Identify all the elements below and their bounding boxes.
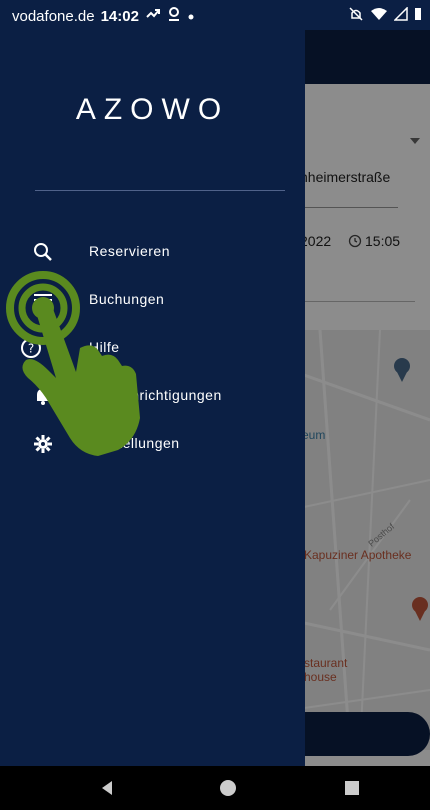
missed-call-icon xyxy=(145,7,161,25)
location-icon xyxy=(167,6,181,26)
menu-item-buchungen[interactable]: Buchungen xyxy=(0,278,305,322)
menu-item-reservieren[interactable]: Reservieren xyxy=(0,230,305,274)
menu-item-einstellungen[interactable]: Einstellungen xyxy=(0,422,305,466)
clock: 14:02 xyxy=(100,7,139,25)
status-right xyxy=(348,6,422,26)
navigation-drawer: AZOWO Reservieren Buchungen ? Hilfe Bena… xyxy=(0,30,305,766)
status-left: vodafone.de 14:02 xyxy=(12,6,195,26)
mute-icon xyxy=(348,6,364,26)
list-icon xyxy=(32,289,54,311)
recents-icon[interactable] xyxy=(340,776,364,800)
wifi-icon xyxy=(370,7,388,25)
system-nav-bar xyxy=(0,766,430,810)
azowo-logo: AZOWO xyxy=(75,93,230,126)
carrier-label: vodafone.de xyxy=(12,7,95,25)
gear-icon xyxy=(32,433,54,455)
menu-label-buchungen: Buchungen xyxy=(89,291,165,307)
back-icon[interactable] xyxy=(95,776,119,800)
menu-label-einstellungen: Einstellungen xyxy=(89,435,180,451)
search-icon xyxy=(32,241,54,263)
status-bar: vodafone.de 14:02 xyxy=(0,0,430,30)
menu-item-benachrichtigungen[interactable]: Benachrichtigungen xyxy=(0,374,305,418)
signal-icon xyxy=(393,6,408,25)
menu-label-benachrichtigungen: Benachrichtigungen xyxy=(89,387,222,403)
battery-icon xyxy=(414,7,422,25)
menu-label-reservieren: Reservieren xyxy=(89,243,170,259)
bell-icon xyxy=(32,385,54,407)
menu-item-hilfe[interactable]: ? Hilfe xyxy=(0,326,305,370)
menu-label-hilfe: Hilfe xyxy=(89,339,120,355)
svg-text:?: ? xyxy=(28,342,34,356)
dot-icon xyxy=(187,8,195,25)
help-icon: ? xyxy=(20,337,42,359)
home-icon[interactable] xyxy=(216,776,240,800)
drawer-divider xyxy=(35,190,285,191)
